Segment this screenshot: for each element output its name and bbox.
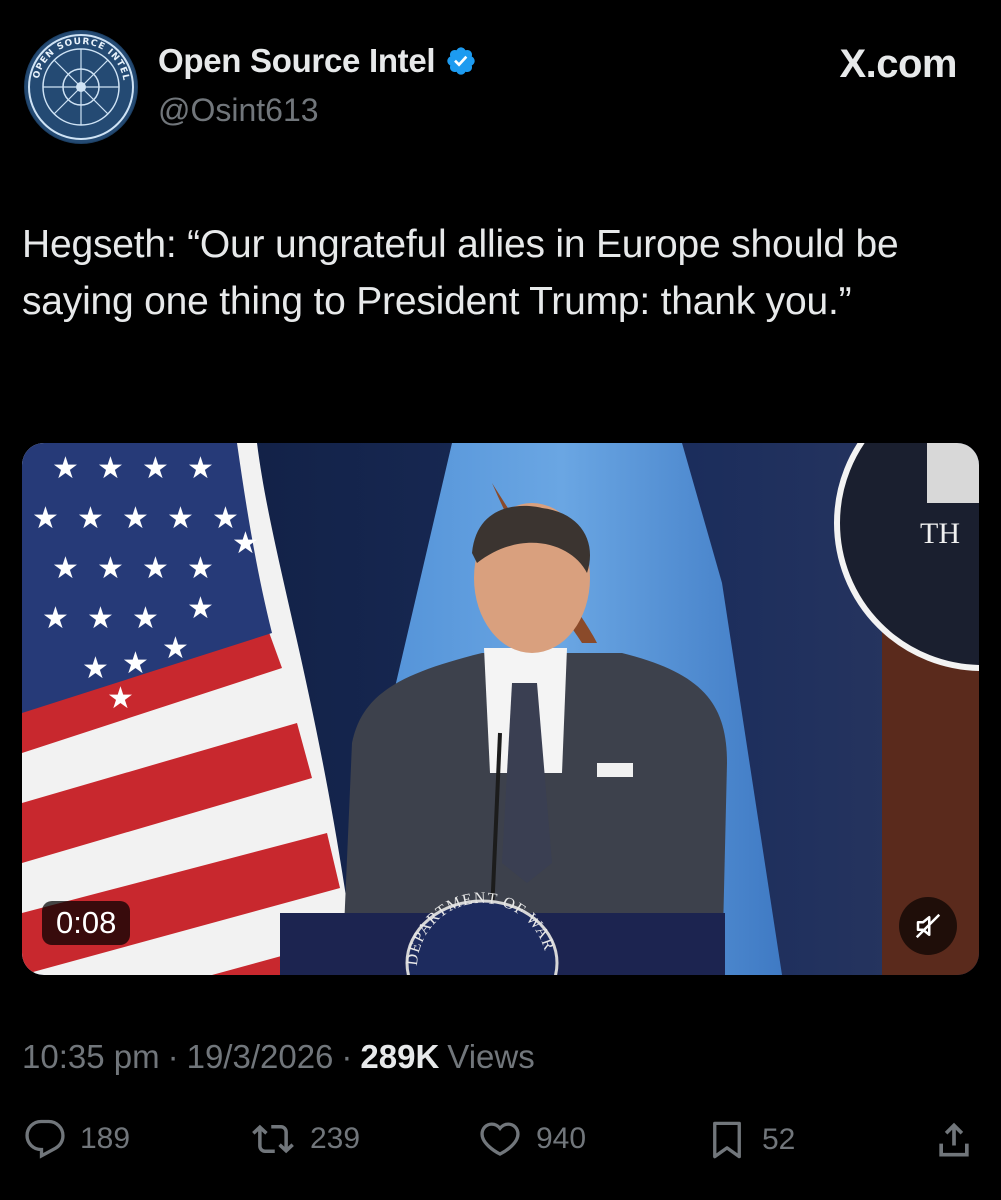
separator-dot: · xyxy=(341,1038,353,1075)
repost-count: 239 xyxy=(310,1122,361,1155)
svg-text:★: ★ xyxy=(142,451,169,486)
mute-icon xyxy=(915,913,941,939)
svg-text:★: ★ xyxy=(52,451,79,486)
svg-text:★: ★ xyxy=(82,651,109,686)
bookmark-icon xyxy=(713,1121,741,1159)
svg-text:★: ★ xyxy=(107,681,134,716)
reply-button[interactable]: 189 xyxy=(24,1118,130,1160)
svg-text:★: ★ xyxy=(187,551,214,586)
svg-text:★: ★ xyxy=(52,551,79,586)
svg-text:★: ★ xyxy=(122,646,149,681)
brand-logo: X.com xyxy=(839,42,957,86)
author-handle[interactable]: @Osint613 xyxy=(158,92,319,129)
svg-text:★: ★ xyxy=(97,551,124,586)
svg-text:★: ★ xyxy=(77,501,104,536)
tweet-text: Hegseth: “Our ungrateful allies in Europ… xyxy=(22,223,899,323)
svg-text:★: ★ xyxy=(87,601,114,636)
svg-text:★: ★ xyxy=(187,451,214,486)
background-seal-text: TH xyxy=(920,517,960,550)
reply-icon xyxy=(25,1119,65,1159)
tweet-date[interactable]: 19/3/2026 xyxy=(187,1038,334,1076)
views-label: Views xyxy=(447,1038,535,1075)
author-display-name[interactable]: Open Source Intel xyxy=(158,42,436,80)
avatar-logo-icon: OPEN SOURCE INTEL xyxy=(25,31,137,143)
action-bar: 189 239 940 52 xyxy=(0,1118,1001,1168)
svg-text:★: ★ xyxy=(42,601,69,636)
like-icon xyxy=(480,1122,520,1156)
video-frame: ★ ★ ★ ★ ★ ★ ★ ★ ★ ★ ★ ★ ★★ ★ ★ ★ ★ ★ ★ ★ ★ DEPARTMENT O… xyxy=(22,443,979,975)
separator-dot: · xyxy=(167,1038,179,1075)
views-count[interactable]: 289K xyxy=(360,1038,439,1076)
bookmark-button[interactable]: 52 xyxy=(706,1118,795,1162)
like-button[interactable]: 940 xyxy=(478,1118,586,1160)
repost-button[interactable]: 239 xyxy=(250,1118,360,1160)
svg-text:★: ★ xyxy=(167,501,194,536)
mute-button[interactable] xyxy=(899,897,957,955)
svg-text:★: ★ xyxy=(162,631,189,666)
svg-text:★: ★ xyxy=(97,451,124,486)
share-icon xyxy=(939,1122,969,1157)
author-avatar[interactable]: OPEN SOURCE INTEL xyxy=(24,30,138,144)
svg-text:★: ★ xyxy=(142,551,169,586)
bookmark-count: 52 xyxy=(762,1123,796,1156)
video-player[interactable]: ★ ★ ★ ★ ★ ★ ★ ★ ★ ★ ★ ★ ★ ★ ★ ★ ★ ★ ★ ★ ★ ★ DEPARTMENT O… xyxy=(22,443,979,975)
svg-text:★: ★ xyxy=(187,591,214,626)
tweet-time[interactable]: 10:35 pm xyxy=(22,1038,160,1076)
repost-icon xyxy=(252,1124,294,1154)
verified-badge-icon xyxy=(447,47,475,75)
svg-text:★: ★ xyxy=(232,526,259,561)
like-count: 940 xyxy=(536,1122,587,1155)
tweet-meta: 10:35 pm · 19/3/2026 · 289K Views xyxy=(22,1038,535,1076)
share-button[interactable] xyxy=(932,1118,990,1162)
svg-text:★: ★ xyxy=(32,501,59,536)
svg-text:★: ★ xyxy=(122,501,149,536)
reply-count: 189 xyxy=(80,1122,131,1155)
svg-text:★: ★ xyxy=(132,601,159,636)
video-duration-badge: 0:08 xyxy=(42,901,131,945)
author-name-row: Open Source Intel xyxy=(158,42,477,80)
